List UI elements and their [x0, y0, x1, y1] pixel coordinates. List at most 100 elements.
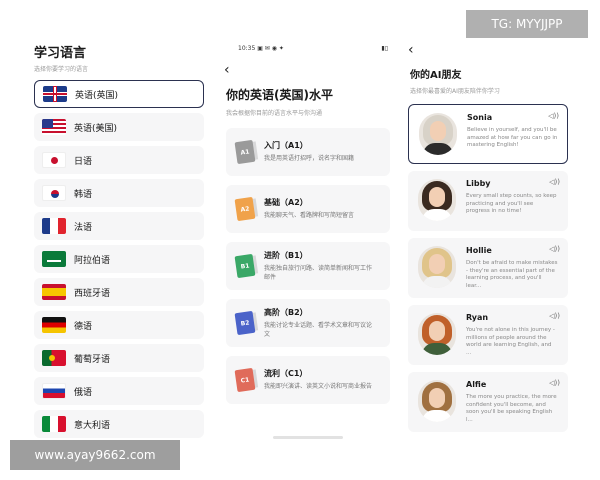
- language-list: 英语(英国) 英语(美国) 日语韩语法语阿拉伯语西班牙语德语葡萄牙语俄语意大利语: [34, 80, 204, 443]
- flag-ru-icon: [42, 383, 66, 399]
- page-subtitle: 选择你最喜爱的AI朋友陪伴你学习: [410, 88, 500, 95]
- avatar-face: [429, 254, 445, 274]
- flag-uk-icon: [43, 86, 67, 102]
- avatar: [418, 179, 456, 221]
- language-label: 葡萄牙语: [74, 354, 111, 365]
- avatar-face: [429, 321, 445, 341]
- level-item[interactable]: A2 基础（A2） 我能聊天气、看路牌和写简短留言: [226, 185, 390, 233]
- language-item[interactable]: 英语(美国): [34, 113, 204, 141]
- level-item[interactable]: B2 高阶（B2） 我能讨论专业话题、看学术文章和写议论文: [226, 299, 390, 347]
- language-label: 阿拉伯语: [74, 255, 111, 266]
- friend-message: You're not alone in this journey - milli…: [466, 327, 555, 357]
- level-description: 我是用英语打招呼，说名字和国籍: [264, 155, 355, 163]
- language-item[interactable]: 葡萄牙语: [34, 344, 204, 372]
- language-label: 韩语: [74, 189, 93, 200]
- level-item[interactable]: C1 流利（C1） 我能即兴演讲、读英文小说和写商业报告: [226, 356, 390, 404]
- language-item[interactable]: 俄语: [34, 377, 204, 405]
- level-name: 入门（A1）: [264, 141, 308, 151]
- friend-item[interactable]: Hollie Don't be afraid to make mistakes -…: [408, 238, 568, 298]
- home-indicator: [273, 436, 343, 439]
- speaker-icon[interactable]: ◁)): [549, 379, 560, 387]
- friend-text: Alfie The more you practice, the more con…: [466, 380, 558, 425]
- battery-icon: ▮▯: [381, 45, 388, 52]
- language-item[interactable]: 阿拉伯语: [34, 245, 204, 273]
- flag-es-icon: [42, 284, 66, 300]
- ai-friend-screen: ‹ 你的AI朋友 选择你最喜爱的AI朋友陪伴你学习 Sonia Believe i…: [402, 0, 574, 480]
- level-item[interactable]: A1 入门（A1） 我是用英语打招呼，说名字和国籍: [226, 128, 390, 176]
- watermark-top: TG: MYYJJPP: [466, 10, 588, 38]
- friend-text: Ryan You're not alone in this journey - m…: [466, 313, 558, 358]
- level-text: 高阶（B2） 我能讨论专业话题、看学术文章和写议论文: [264, 307, 374, 338]
- friend-name: Libby: [466, 179, 491, 188]
- flag-us-icon: [42, 119, 66, 135]
- friend-message: Every small step counts, so keep practic…: [466, 193, 557, 215]
- language-item[interactable]: 西班牙语: [34, 278, 204, 306]
- back-arrow-icon[interactable]: ‹: [408, 43, 414, 57]
- language-item[interactable]: 法语: [34, 212, 204, 240]
- page-title: 学习语言: [34, 46, 87, 61]
- level-text: 入门（A1） 我是用英语打招呼，说名字和国籍: [264, 140, 374, 163]
- level-text: 进阶（B1） 我能独自旅行问路、读简单新闻和写工作邮件: [264, 250, 374, 281]
- flag-jp-icon: [42, 152, 66, 168]
- flag-pt-icon: [42, 350, 66, 366]
- language-label: 日语: [74, 156, 93, 167]
- language-label: 英语(美国): [74, 123, 118, 134]
- speaker-icon[interactable]: ◁)): [549, 312, 560, 320]
- language-screen: 学习语言 选择你要学习的语言 英语(英国) 英语(美国) 日语 韩语 法语 阿拉伯语 西班牙…: [26, 0, 211, 480]
- level-item[interactable]: B1 进阶（B1） 我能独自旅行问路、读简单新闻和写工作邮件: [226, 242, 390, 290]
- friend-message: The more you practice, the more confiden…: [466, 394, 557, 424]
- avatar-face: [430, 121, 446, 141]
- language-item[interactable]: 意大利语: [34, 410, 204, 438]
- speaker-icon[interactable]: ◁)): [548, 112, 559, 120]
- level-name: 高阶（B2）: [264, 308, 308, 318]
- avatar: [418, 380, 456, 422]
- book-icon: B2: [234, 310, 256, 336]
- friend-name: Hollie: [466, 246, 492, 255]
- friend-item[interactable]: Sonia Believe in yourself, and you'll be …: [408, 104, 568, 164]
- status-bar: 10:35 ▣ ✉ ◉ ✦ ▮▯: [238, 45, 388, 52]
- avatar-body: [422, 276, 452, 288]
- book-icon: C1: [234, 367, 256, 393]
- language-label: 俄语: [74, 387, 93, 398]
- flag-de-icon: [42, 317, 66, 333]
- avatar: [418, 313, 456, 355]
- level-name: 进阶（B1）: [264, 251, 308, 261]
- language-item[interactable]: 韩语: [34, 179, 204, 207]
- book-icon: B1: [234, 253, 256, 279]
- level-name: 流利（C1）: [264, 369, 308, 379]
- language-item[interactable]: 德语: [34, 311, 204, 339]
- friend-text: Hollie Don't be afraid to make mistakes -…: [466, 246, 558, 291]
- speaker-icon[interactable]: ◁)): [549, 178, 560, 186]
- friend-item[interactable]: Alfie The more you practice, the more con…: [408, 372, 568, 432]
- page-title: 你的英语(英国)水平: [226, 88, 333, 102]
- language-label: 法语: [74, 222, 93, 233]
- book-icon: A2: [234, 196, 256, 222]
- friend-item[interactable]: Libby Every small step counts, so keep pr…: [408, 171, 568, 231]
- level-description: 我能即兴演讲、读英文小说和写商业报告: [264, 383, 373, 391]
- level-screen: 10:35 ▣ ✉ ◉ ✦ ▮▯ ‹ 你的英语(英国)水平 我会根据你目前的语言…: [218, 0, 396, 480]
- watermark-bottom: www.ayay9662.com: [10, 440, 180, 470]
- back-arrow-icon[interactable]: ‹: [224, 63, 230, 77]
- flag-fr-icon: [42, 218, 66, 234]
- language-item[interactable]: 日语: [34, 146, 204, 174]
- avatar-body: [422, 209, 452, 221]
- friend-text: Libby Every small step counts, so keep pr…: [466, 179, 558, 216]
- avatar-body: [423, 143, 453, 155]
- friend-name: Sonia: [467, 113, 493, 122]
- level-text: 流利（C1） 我能即兴演讲、读英文小说和写商业报告: [264, 368, 374, 391]
- flag-sa-icon: [42, 251, 66, 267]
- language-label: 意大利语: [74, 420, 111, 431]
- friend-item[interactable]: Ryan You're not alone in this journey - m…: [408, 305, 568, 365]
- level-description: 我能独自旅行问路、读简单新闻和写工作邮件: [264, 265, 373, 281]
- language-label: 英语(英国): [75, 90, 119, 101]
- speaker-icon[interactable]: ◁)): [549, 245, 560, 253]
- flag-kr-icon: [42, 185, 66, 201]
- book-icon: A1: [234, 139, 256, 165]
- avatar-body: [422, 410, 452, 422]
- language-item[interactable]: 英语(英国): [34, 80, 204, 108]
- page-subtitle: 我会根据你目前的语言水平与你沟通: [226, 110, 323, 117]
- language-label: 西班牙语: [74, 288, 111, 299]
- level-description: 我能聊天气、看路牌和写简短留言: [264, 212, 355, 220]
- friend-message: Don't be afraid to make mistakes - they'…: [466, 260, 558, 290]
- avatar-face: [429, 187, 445, 207]
